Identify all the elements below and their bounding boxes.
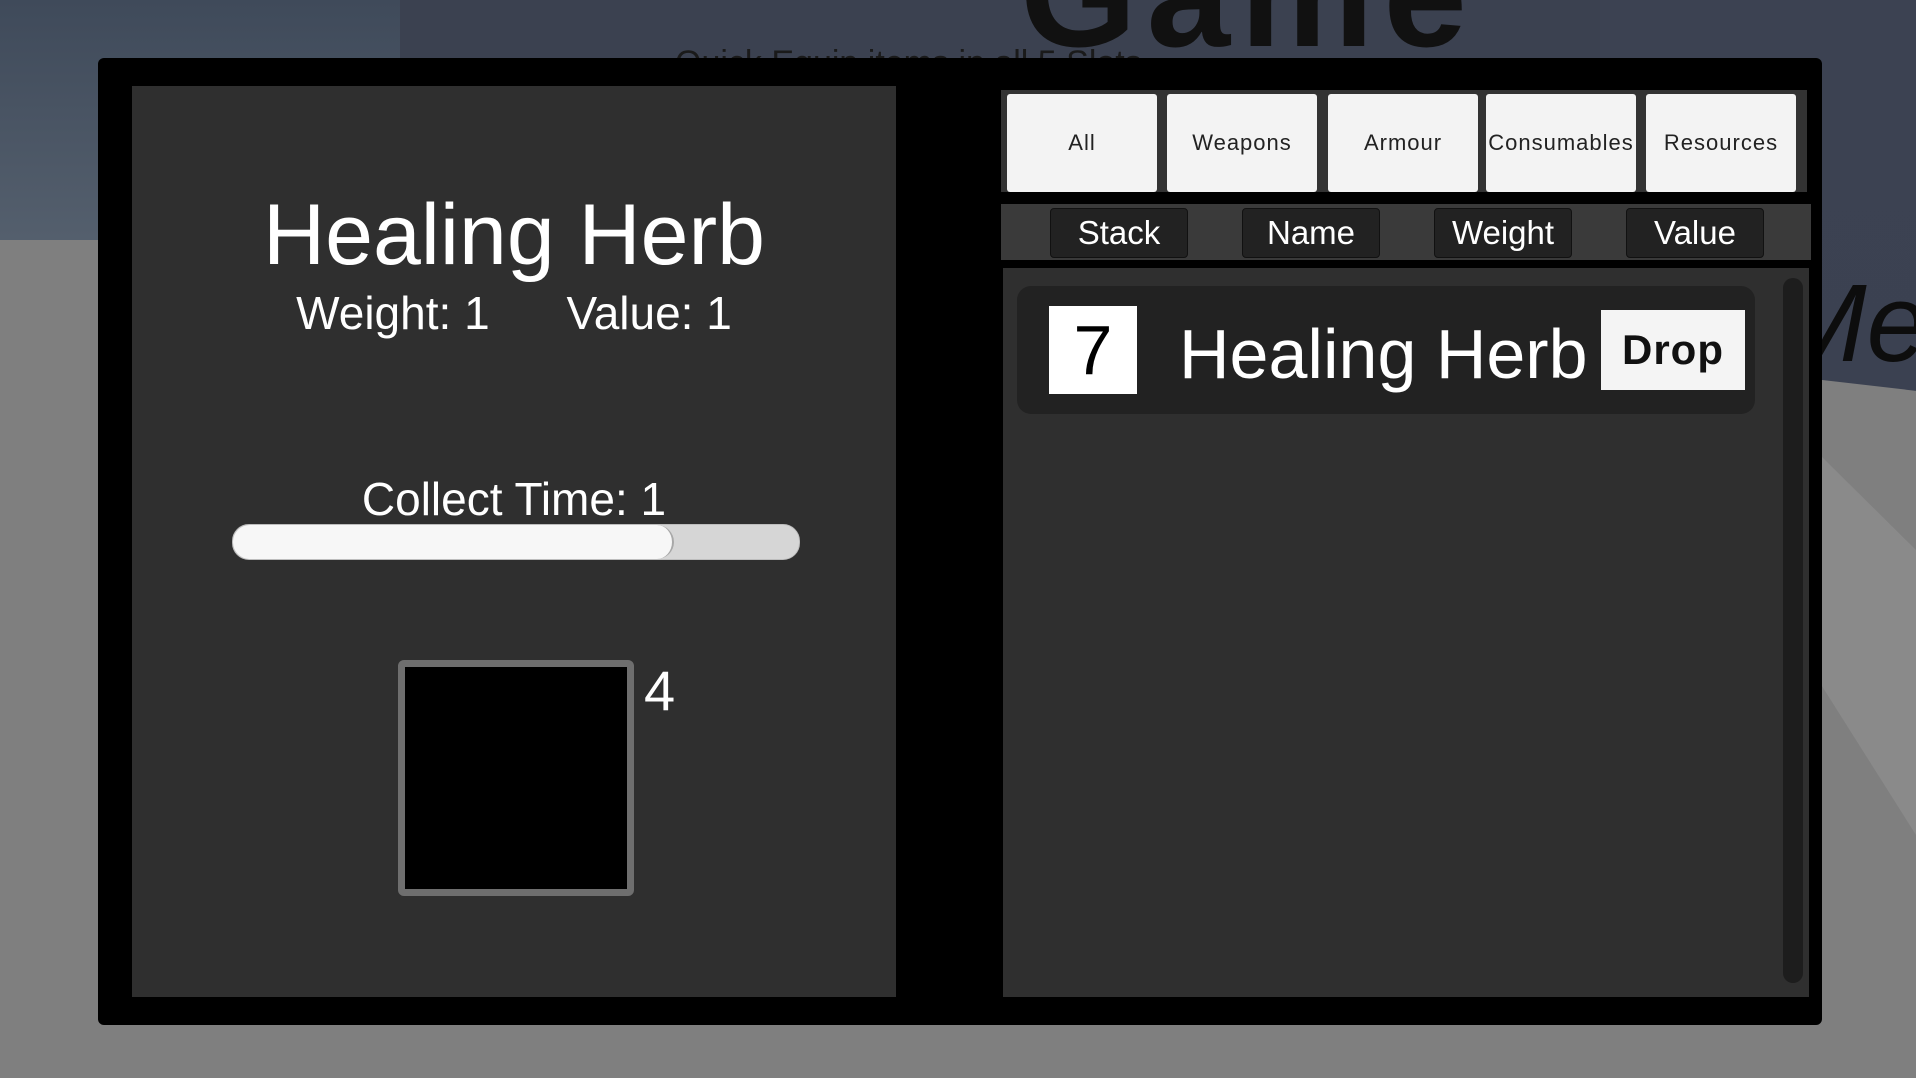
game-scene: Game Quick Equip items in all 5 Slots Me… — [0, 0, 1916, 1078]
item-details-panel: Healing Herb Weight: 1 Value: 1 Collect … — [132, 86, 896, 997]
item-value: Value: 1 — [566, 287, 732, 339]
item-list: 7 Healing Herb Drop — [1003, 268, 1809, 997]
filter-tabs: All Weapons Armour Consumables Resources — [1001, 90, 1807, 192]
item-name: Healing Herb — [1179, 315, 1588, 393]
item-stats: Weight: 1 Value: 1 — [132, 286, 896, 340]
item-count: 4 — [644, 659, 676, 722]
sort-value-button[interactable]: Value — [1626, 208, 1764, 258]
sort-stack-button[interactable]: Stack — [1050, 208, 1188, 258]
item-stack-count: 7 — [1049, 306, 1137, 394]
tab-resources[interactable]: Resources — [1646, 94, 1796, 192]
drop-button[interactable]: Drop — [1601, 310, 1745, 390]
item-icon-slot[interactable] — [398, 660, 634, 896]
collect-time-label: Collect Time: 1 — [361, 473, 667, 525]
list-item[interactable]: 7 Healing Herb Drop — [1017, 286, 1755, 414]
list-scrollbar[interactable] — [1783, 278, 1803, 983]
item-weight: Weight: 1 — [296, 287, 490, 339]
tab-all[interactable]: All — [1007, 94, 1157, 192]
sort-weight-button[interactable]: Weight — [1434, 208, 1572, 258]
tab-weapons[interactable]: Weapons — [1167, 94, 1317, 192]
collect-progress-bar — [232, 524, 800, 560]
collect-progress-fill — [233, 525, 675, 559]
tab-consumables[interactable]: Consumables — [1486, 94, 1636, 192]
sort-name-button[interactable]: Name — [1242, 208, 1380, 258]
sort-header: Stack Name Weight Value — [1001, 204, 1811, 260]
tab-armour[interactable]: Armour — [1328, 94, 1478, 192]
item-title: Healing Herb — [263, 187, 765, 283]
inventory-panel: Healing Herb Weight: 1 Value: 1 Collect … — [98, 58, 1822, 1025]
